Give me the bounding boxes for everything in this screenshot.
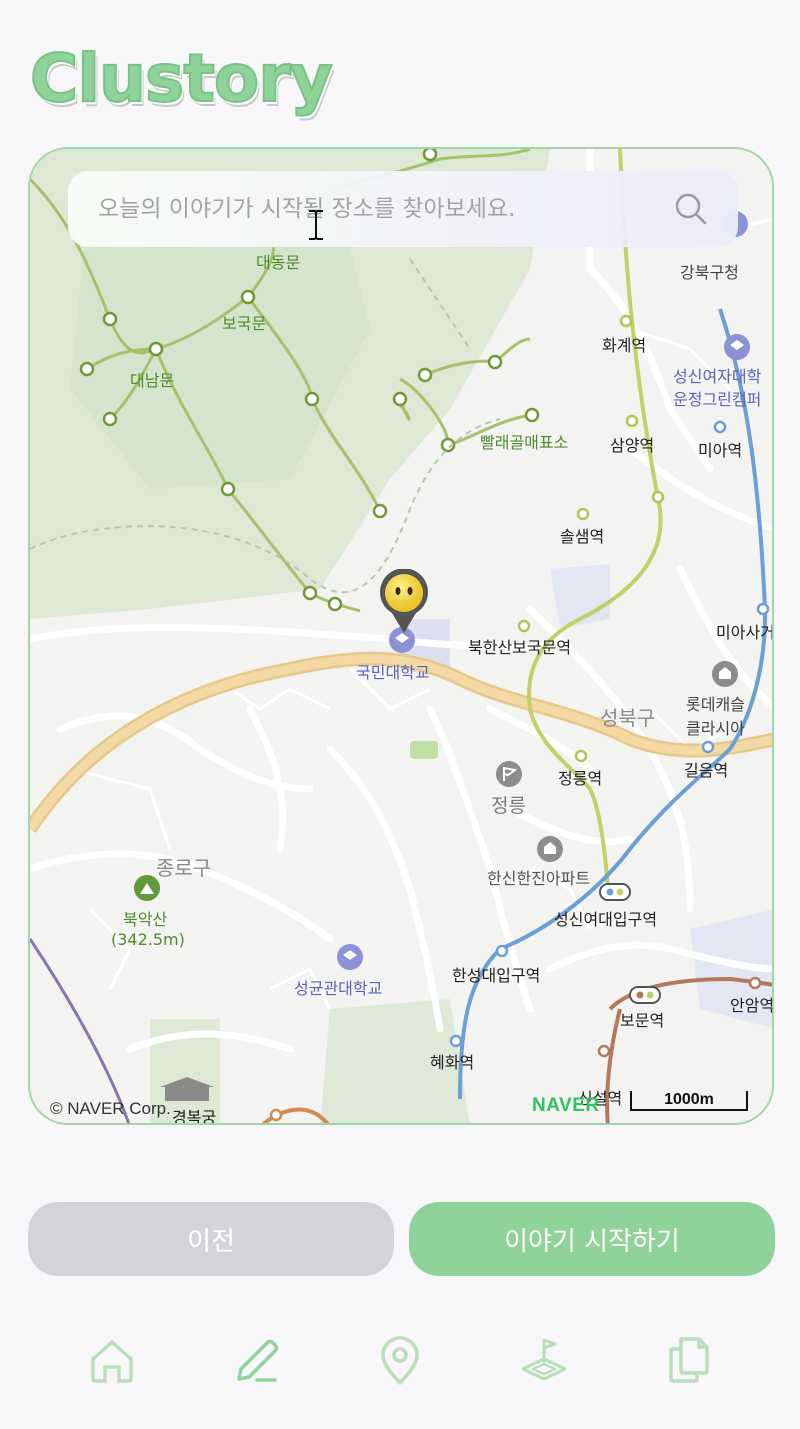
prev-button[interactable]: 이전 xyxy=(28,1202,394,1276)
map-label-bomun: 보문역 xyxy=(620,1011,665,1030)
map-flag-icon[interactable] xyxy=(517,1333,571,1387)
start-story-button[interactable]: 이야기 시작하기 xyxy=(409,1202,775,1276)
map-label-miya: 미아역 xyxy=(698,441,743,460)
map-label-solsaem: 솔샘역 xyxy=(560,527,605,546)
map-label-miasa: 미아사거 xyxy=(716,623,774,642)
text-cursor-icon xyxy=(309,210,323,240)
map-label-daenammun: 대남문 xyxy=(130,371,175,390)
map-label-sungshin-station: 성신여대입구역 xyxy=(554,910,658,929)
map-label-skku: 성균관대학교 xyxy=(294,979,383,998)
nav-home[interactable] xyxy=(82,1330,142,1390)
bottom-nav xyxy=(0,1330,800,1400)
map-label-anam: 안암역 xyxy=(730,996,774,1015)
pencil-icon[interactable] xyxy=(229,1333,283,1387)
location-pin-icon[interactable] xyxy=(373,1333,427,1387)
location-marker-icon[interactable] xyxy=(378,569,430,635)
map-label-hanshin: 한신한진아파트 xyxy=(487,869,591,888)
map-label-kookmin: 국민대학교 xyxy=(356,663,430,682)
map-base xyxy=(30,149,772,1123)
naver-logo: NAVER xyxy=(532,1095,600,1116)
map-label-samyang: 삼양역 xyxy=(610,436,655,455)
map-label-bukhansan-bogukmun: 북한산보국문역 xyxy=(468,638,572,657)
map-label-jongno: 종로구 xyxy=(156,856,212,880)
nav-location[interactable] xyxy=(370,1330,430,1390)
place-search-input[interactable] xyxy=(98,196,674,222)
map-label-hwagye: 화계역 xyxy=(602,336,647,355)
map-attribution: © NAVER Corp. xyxy=(50,1099,171,1118)
place-search-bar[interactable] xyxy=(68,171,738,247)
map-label-lotte-castle: 롯데캐슬 xyxy=(686,695,745,714)
map-view[interactable]: 대동문 보국문 대남문 빨래골매표소 강북구청 화계역 성신여자대학 운정그린캠… xyxy=(28,147,774,1125)
map-label-daedongmun: 대동문 xyxy=(256,253,301,272)
map-label-seongbuk: 성북구 xyxy=(600,706,656,730)
nav-collection[interactable] xyxy=(658,1330,718,1390)
copy-icon[interactable] xyxy=(661,1333,715,1387)
nav-map[interactable] xyxy=(514,1330,574,1390)
map-label-hyehwa: 혜화역 xyxy=(430,1053,475,1072)
map-label-bogukmun: 보국문 xyxy=(222,314,267,333)
map-label-sungshin-uni: 성신여자대학 xyxy=(673,367,762,386)
map-label-hansung: 한성대입구역 xyxy=(452,966,541,985)
map-label-sungshin-campus: 운정그린캠퍼 xyxy=(673,390,762,409)
map-label-jeongneung: 정릉 xyxy=(491,795,526,817)
map-label-gyeongbok: 경복궁 xyxy=(172,1108,217,1125)
app-root: Clustory 대동문 보국문 대남문 빨래골매표소 강북구청 화계역 성신여… xyxy=(0,0,800,1429)
map-label-lotte-classia: 클라시아 xyxy=(686,719,745,738)
map-label-gireum: 길음역 xyxy=(684,761,729,780)
app-logo: Clustory xyxy=(29,39,334,118)
map-label-gangbuk-office: 강북구청 xyxy=(680,263,739,282)
search-icon[interactable] xyxy=(674,192,708,226)
nav-write[interactable] xyxy=(226,1330,286,1390)
map-label-bugaksan-height: (342.5m) xyxy=(111,930,185,949)
home-icon[interactable] xyxy=(85,1333,139,1387)
map-label-bugaksan: 북악산 xyxy=(123,910,168,929)
map-scale-bar: 1000m xyxy=(630,1091,748,1111)
map-label-jeongneung-station: 정릉역 xyxy=(558,769,603,788)
map-label-ppalae: 빨래골매표소 xyxy=(480,433,569,452)
